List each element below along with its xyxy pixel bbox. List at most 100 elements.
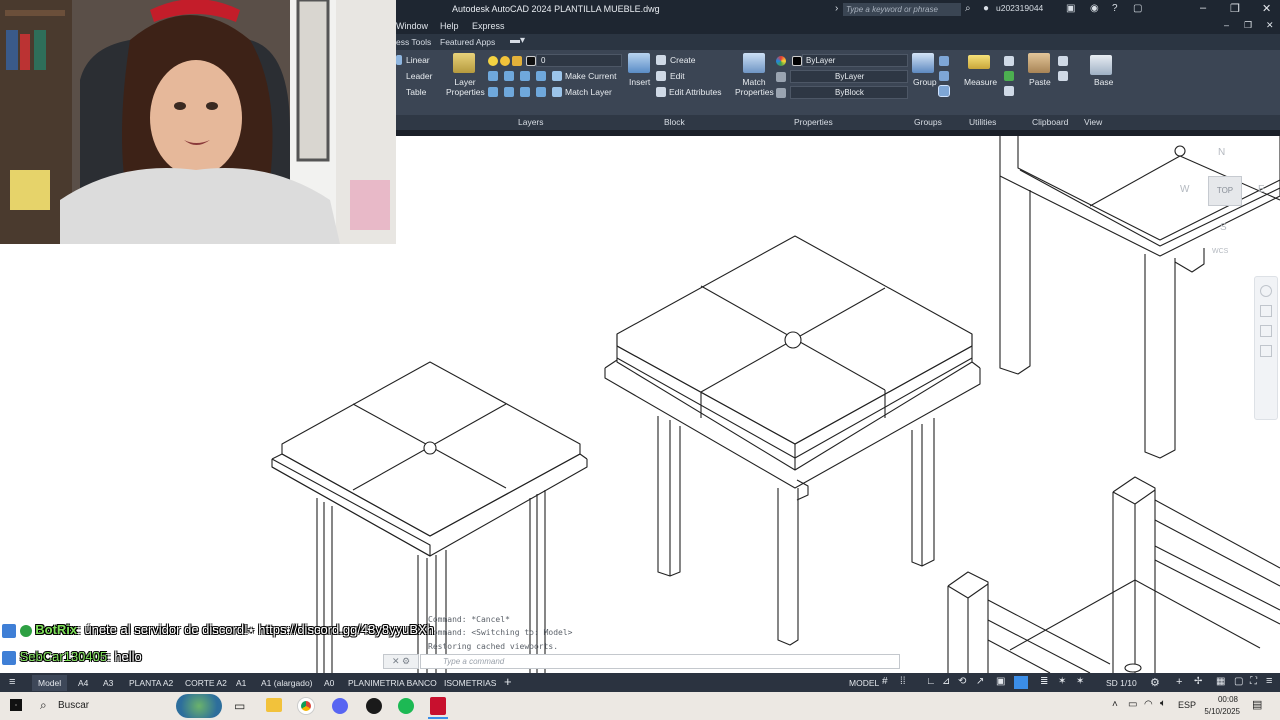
autocad-taskbar-icon[interactable] <box>430 697 446 715</box>
utility-icon-1[interactable] <box>1004 56 1014 66</box>
insert-button[interactable]: Insert <box>629 77 650 87</box>
widgets-icon[interactable] <box>176 694 222 718</box>
user-icon[interactable]: ● <box>983 3 989 14</box>
close-doc-icon[interactable]: ✕ <box>1266 20 1274 31</box>
pan-icon[interactable] <box>1260 305 1272 317</box>
color-wheel-icon[interactable] <box>776 56 786 66</box>
isolate-icon[interactable]: ✢ <box>1194 676 1202 687</box>
plus-icon[interactable]: + <box>1176 676 1182 688</box>
annotation-scale[interactable]: SD 1/10 <box>1106 678 1137 688</box>
layer-properties-icon[interactable] <box>453 53 475 73</box>
viewcube-south[interactable]: S <box>1220 222 1227 233</box>
ungroup-icon[interactable] <box>939 56 949 66</box>
zoom-icon[interactable] <box>1260 325 1272 337</box>
panel-title-properties[interactable]: Properties <box>794 117 833 127</box>
maximize-icon[interactable]: ❐ <box>1230 2 1240 15</box>
create-button[interactable]: Create <box>670 55 696 65</box>
restore-doc-icon-2[interactable]: ❐ <box>1244 20 1252 31</box>
volume-icon[interactable]: 🔈︎ <box>1160 698 1166 709</box>
discord-icon[interactable] <box>332 698 348 714</box>
panel-title-utilities[interactable]: Utilities <box>969 117 996 127</box>
task-view-icon[interactable]: ▭ <box>234 699 245 713</box>
lock-icon[interactable] <box>512 56 522 66</box>
isodraft-icon[interactable]: ⟲ <box>958 676 966 687</box>
panel-title-groups[interactable]: Groups <box>914 117 942 127</box>
lineweight-icon[interactable] <box>776 88 786 98</box>
tray-app-icon[interactable]: ▭ <box>1128 699 1137 710</box>
layer-tool-icon-6[interactable] <box>504 87 514 97</box>
layer-tool-icon-7[interactable] <box>520 87 530 97</box>
grid-icon[interactable]: # <box>882 676 888 687</box>
paste-button[interactable]: Paste <box>1029 77 1051 87</box>
add-layout-icon[interactable]: + <box>504 674 512 689</box>
match-properties-icon[interactable] <box>743 53 765 73</box>
menu-express[interactable]: Express <box>472 21 505 31</box>
layer-tool-icon-2[interactable] <box>504 71 514 81</box>
file-explorer-icon[interactable] <box>266 698 282 712</box>
layer-tool-icon-5[interactable] <box>488 87 498 97</box>
steering-wheel-icon[interactable] <box>1260 285 1272 297</box>
spotify-icon[interactable] <box>398 698 414 714</box>
navigation-bar[interactable] <box>1254 276 1278 420</box>
tab-a4[interactable]: A4 <box>78 678 88 688</box>
user-name[interactable]: u202319044 <box>996 3 1043 13</box>
linetype-icon[interactable] <box>776 72 786 82</box>
edit-icon[interactable] <box>656 71 666 81</box>
language-indicator[interactable]: ESP <box>1178 700 1196 710</box>
measure-button[interactable]: Measure <box>964 77 997 87</box>
lineweight-dropdown[interactable]: ByBlock <box>790 86 908 99</box>
layer-tool-icon-4[interactable] <box>536 71 546 81</box>
model-space-toggle[interactable]: MODEL <box>849 678 879 688</box>
edit-button[interactable]: Edit <box>670 71 685 81</box>
wcs-menu[interactable]: WCS <box>1212 248 1228 255</box>
sun-icon[interactable] <box>500 56 510 66</box>
match-layer-button[interactable]: Match Layer <box>565 87 612 97</box>
tab-a1-alargado[interactable]: A1 (alargado) <box>261 678 313 688</box>
hamburger-icon[interactable]: ≡ <box>9 676 15 688</box>
match-properties-button[interactable]: Match Properties <box>735 77 774 97</box>
group-icon[interactable] <box>912 53 934 73</box>
color-dropdown[interactable]: ByLayer <box>802 54 908 67</box>
layer-tool-icon-1[interactable] <box>488 71 498 81</box>
ortho-icon[interactable]: ∟ <box>926 676 936 687</box>
menu-help[interactable]: Help <box>440 21 459 31</box>
cut-icon[interactable] <box>1058 56 1068 66</box>
notifications-icon[interactable]: ▤ <box>1252 698 1262 711</box>
measure-icon[interactable] <box>968 55 990 69</box>
snap-icon[interactable]: ⁞⁞ <box>900 676 906 687</box>
group-button[interactable]: Group <box>913 77 937 87</box>
polar-icon[interactable]: ⊿ <box>942 676 950 687</box>
leader-button[interactable]: Leader <box>406 71 432 81</box>
match-layer-icon[interactable] <box>552 87 562 97</box>
network-icon[interactable]: ◠ <box>1144 699 1153 710</box>
tab-a0[interactable]: A0 <box>324 678 334 688</box>
utility-icon-3[interactable] <box>1004 86 1014 96</box>
bulb-icon[interactable] <box>488 56 498 66</box>
taskbar-search-icon[interactable]: ⌕ <box>40 698 47 713</box>
lineweight-toggle-icon[interactable]: ≣ <box>1040 676 1048 687</box>
paste-icon[interactable] <box>1028 53 1050 73</box>
edit-attributes-icon[interactable] <box>656 87 666 97</box>
table-button[interactable]: Table <box>406 87 426 97</box>
tab-planta-a2[interactable]: PLANTA A2 <box>129 678 173 688</box>
tab-featured-apps[interactable]: Featured Apps <box>440 37 495 47</box>
tab-corte-a2[interactable]: CORTE A2 <box>185 678 227 688</box>
viewcube-east[interactable]: E <box>1258 184 1265 195</box>
tab-a3[interactable]: A3 <box>103 678 113 688</box>
menu-window[interactable]: Window <box>396 21 428 31</box>
utility-icon-2[interactable] <box>1004 71 1014 81</box>
chrome-icon[interactable] <box>298 698 314 714</box>
help-icon[interactable]: ? <box>1112 3 1118 14</box>
selection-cycling-icon[interactable] <box>1014 676 1028 689</box>
tab-express-tools[interactable]: ess Tools <box>396 37 431 47</box>
clock-time[interactable]: 00:08 <box>1210 695 1238 704</box>
viewcube-face[interactable]: TOP <box>1208 176 1242 206</box>
arrow-right-icon[interactable]: › <box>835 3 838 14</box>
linetype-dropdown[interactable]: ByLayer <box>790 70 908 83</box>
viewcube-west[interactable]: W <box>1180 184 1189 195</box>
group-select-icon[interactable] <box>938 85 950 97</box>
windows-start-icon[interactable] <box>10 699 22 711</box>
workspace-gear-icon[interactable]: ⚙ <box>1150 676 1160 689</box>
clock-date[interactable]: 5/10/2025 <box>1200 707 1240 716</box>
orbit-icon[interactable] <box>1260 345 1272 357</box>
